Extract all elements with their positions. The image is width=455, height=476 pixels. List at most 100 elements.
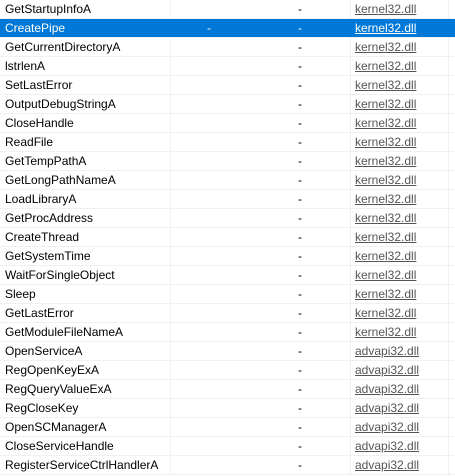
library-link[interactable]: kernel32.dll [355,211,416,225]
library-link[interactable]: kernel32.dll [355,249,416,263]
function-name-cell: WaitForSingleObject [5,268,115,282]
table-row[interactable]: GetProcAddress - kernel32.dll [0,209,455,228]
table-row[interactable]: lstrlenA - kernel32.dll [0,57,455,76]
column-divider [170,266,171,284]
hint-cell: - [298,40,302,54]
table-row[interactable]: LoadLibraryA - kernel32.dll [0,190,455,209]
library-link[interactable]: kernel32.dll [355,287,416,301]
table-row[interactable]: RegOpenKeyExA - advapi32.dll [0,361,455,380]
hint-cell: - [298,21,302,35]
function-name-cell: CreatePipe [5,21,66,35]
column-divider [350,171,351,189]
column-divider [170,171,171,189]
library-link[interactable]: advapi32.dll [355,401,419,415]
library-link[interactable]: advapi32.dll [355,439,419,453]
table-row[interactable]: GetModuleFileNameA - kernel32.dll [0,323,455,342]
library-cell: kernel32.dll [355,57,445,76]
library-link[interactable]: kernel32.dll [355,116,416,130]
column-divider [170,209,171,227]
table-row[interactable]: GetLastError - kernel32.dll [0,304,455,323]
function-name-cell: GetTempPathA [5,154,87,168]
library-link[interactable]: kernel32.dll [355,306,416,320]
column-divider [350,456,351,474]
library-link[interactable]: kernel32.dll [355,268,416,282]
function-name-cell: OutputDebugStringA [5,97,116,111]
library-link[interactable]: kernel32.dll [355,173,416,187]
library-link[interactable]: kernel32.dll [355,97,416,111]
table-row[interactable]: ReadFile - kernel32.dll [0,133,455,152]
library-link[interactable]: kernel32.dll [355,40,416,54]
column-divider [448,361,449,379]
hint-cell: - [298,344,302,358]
table-row[interactable]: GetCurrentDirectoryA - kernel32.dll [0,38,455,57]
library-link[interactable]: kernel32.dll [355,59,416,73]
table-row[interactable]: CloseServiceHandle - advapi32.dll [0,437,455,456]
column-divider [170,152,171,170]
library-link[interactable]: kernel32.dll [355,192,416,206]
library-link[interactable]: kernel32.dll [355,154,416,168]
hint-cell: - [298,59,302,73]
table-row[interactable]: GetStartupInfoA - kernel32.dll [0,0,455,19]
library-link[interactable]: kernel32.dll [355,230,416,244]
table-row[interactable]: RegCloseKey - advapi32.dll [0,399,455,418]
table-row[interactable]: SetLastError - kernel32.dll [0,76,455,95]
library-link[interactable]: advapi32.dll [355,458,419,472]
table-row[interactable]: GetTempPathA - kernel32.dll [0,152,455,171]
table-row[interactable]: WaitForSingleObject - kernel32.dll [0,266,455,285]
hint-cell: - [298,325,302,339]
library-link[interactable]: kernel32.dll [355,135,416,149]
library-link[interactable]: kernel32.dll [355,325,416,339]
table-row[interactable]: CreatePipe - - kernel32.dll [0,19,455,38]
column-divider [350,190,351,208]
column-divider [350,266,351,284]
column-divider [350,399,351,417]
hint-cell: - [298,401,302,415]
hint-cell: - [298,192,302,206]
column-divider [170,323,171,341]
column-divider [448,304,449,322]
column-divider [170,114,171,132]
column-divider [448,437,449,455]
column-divider [448,323,449,341]
column-divider [170,57,171,75]
table-row[interactable]: CreateThread - kernel32.dll [0,228,455,247]
table-row[interactable]: OpenServiceA - advapi32.dll [0,342,455,361]
column-divider [448,171,449,189]
column-divider [170,247,171,265]
library-cell: kernel32.dll [355,95,445,114]
hint-cell: - [298,306,302,320]
function-name-cell: CloseServiceHandle [5,439,114,453]
column-divider [350,0,351,18]
hint-cell: - [298,2,302,16]
library-cell: advapi32.dll [355,399,445,418]
column-divider [448,380,449,398]
column-divider [448,247,449,265]
library-link[interactable]: kernel32.dll [355,2,416,16]
table-row[interactable]: RegisterServiceCtrlHandlerA - advapi32.dll [0,456,455,475]
library-link[interactable]: advapi32.dll [355,344,419,358]
table-row[interactable]: OpenSCManagerA - advapi32.dll [0,418,455,437]
library-cell: kernel32.dll [355,133,445,152]
library-link[interactable]: kernel32.dll [355,21,416,35]
hint-cell: - [298,78,302,92]
table-row[interactable]: CloseHandle - kernel32.dll [0,114,455,133]
column-divider [350,114,351,132]
library-cell: advapi32.dll [355,380,445,399]
table-row[interactable]: Sleep - kernel32.dll [0,285,455,304]
table-row[interactable]: OutputDebugStringA - kernel32.dll [0,95,455,114]
column-divider [448,57,449,75]
hint-cell: - [298,382,302,396]
table-row[interactable]: GetSystemTime - kernel32.dll [0,247,455,266]
library-cell: kernel32.dll [355,228,445,247]
table-row[interactable]: GetLongPathNameA - kernel32.dll [0,171,455,190]
function-name-cell: RegisterServiceCtrlHandlerA [5,458,159,472]
column-divider [448,285,449,303]
column-divider [448,209,449,227]
library-cell: kernel32.dll [355,152,445,171]
column-divider [448,342,449,360]
library-link[interactable]: advapi32.dll [355,363,419,377]
library-link[interactable]: advapi32.dll [355,420,419,434]
library-link[interactable]: advapi32.dll [355,382,419,396]
library-link[interactable]: kernel32.dll [355,78,416,92]
table-row[interactable]: RegQueryValueExA - advapi32.dll [0,380,455,399]
